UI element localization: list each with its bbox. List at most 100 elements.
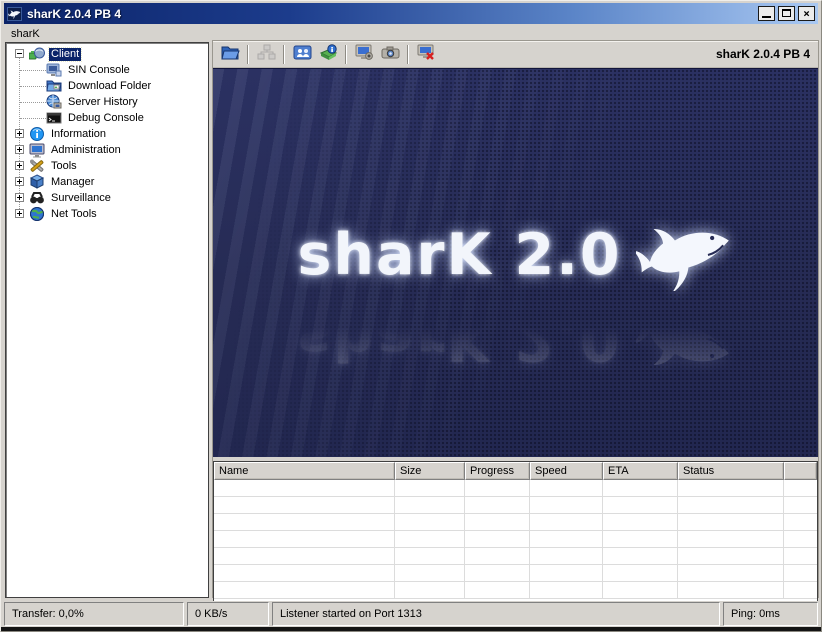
surveillance-icon <box>29 190 45 206</box>
table-cell <box>530 582 603 599</box>
tree-item-label: Tools <box>49 160 79 173</box>
client-settings-button[interactable] <box>289 43 315 66</box>
open-download-folder-button[interactable] <box>217 43 243 66</box>
expand-toggle[interactable] <box>15 177 24 186</box>
status-panel-speed: 0 KB/s <box>187 602 269 626</box>
column-header-status[interactable]: Status <box>678 462 784 480</box>
table-row <box>214 531 817 548</box>
expand-toggle[interactable] <box>15 209 24 218</box>
toolbar-separator <box>283 45 285 64</box>
tree-item-download-folder[interactable]: Download Folder <box>8 78 206 94</box>
table-cell <box>603 565 678 582</box>
table-cell <box>530 514 603 531</box>
status-panel-listener: Listener started on Port 1313 <box>272 602 720 626</box>
disconnect-icon <box>417 44 436 64</box>
camera-icon <box>381 44 400 64</box>
tree-item-label: Administration <box>49 144 123 157</box>
tree-item-sin-console[interactable]: SIN Console <box>8 62 206 78</box>
table-cell <box>465 582 530 599</box>
table-cell <box>678 531 784 548</box>
tree-item-label: Net Tools <box>49 208 99 221</box>
shark-logo-icon <box>636 217 734 294</box>
logo-text: sharK 2.0 <box>297 227 621 284</box>
column-header-size[interactable]: Size <box>395 462 465 480</box>
table-cell <box>465 497 530 514</box>
table-cell <box>784 531 817 548</box>
main-panel: sharK 2.0.4 PB 4 sharK 2.0 sharK 2.0 Nam <box>212 40 819 598</box>
menu-shark[interactable]: sharK <box>5 27 46 41</box>
logo-reflection: sharK 2.0 <box>213 300 818 377</box>
table-cell <box>784 548 817 565</box>
table-cell <box>395 565 465 582</box>
app-shark-icon <box>7 7 22 21</box>
server-info-button[interactable] <box>315 43 341 66</box>
maximize-button[interactable] <box>778 6 795 21</box>
table-cell <box>395 582 465 599</box>
toolbar-version-label: sharK 2.0.4 PB 4 <box>716 47 814 61</box>
tree-item-manager[interactable]: Manager <box>8 174 206 190</box>
table-cell <box>214 548 395 565</box>
disconnect-button[interactable] <box>413 43 439 66</box>
minimize-button[interactable] <box>758 6 775 21</box>
tree-item-tools[interactable]: Tools <box>8 158 206 174</box>
download-folder-icon <box>46 78 62 94</box>
table-row <box>214 565 817 582</box>
table-cell <box>465 480 530 497</box>
expand-toggle[interactable] <box>15 161 24 170</box>
tree-branch-line <box>20 70 46 71</box>
expand-toggle[interactable] <box>15 193 24 202</box>
table-cell <box>603 480 678 497</box>
expand-toggle[interactable] <box>15 145 24 154</box>
collapse-toggle[interactable] <box>15 49 24 58</box>
transfers-table: NameSizeProgressSpeedETAStatus <box>213 461 818 601</box>
table-cell <box>603 497 678 514</box>
table-cell <box>603 531 678 548</box>
tree-item-debug-console[interactable]: Debug Console <box>8 110 206 126</box>
transfers-table-header: NameSizeProgressSpeedETAStatus <box>214 462 817 480</box>
table-row <box>214 497 817 514</box>
transfers-table-body <box>214 480 817 601</box>
remote-screen-button[interactable] <box>351 43 377 66</box>
administration-icon <box>29 142 45 158</box>
toolbar-separator <box>247 45 249 64</box>
table-cell <box>678 565 784 582</box>
table-cell <box>395 497 465 514</box>
folder-open-icon <box>221 44 240 64</box>
tree-item-administration[interactable]: Administration <box>8 142 206 158</box>
table-cell <box>214 531 395 548</box>
tree-branch-line <box>20 118 46 119</box>
tree-item-label: Download Folder <box>66 80 153 93</box>
tree-item-client[interactable]: Client <box>8 46 206 62</box>
table-cell <box>784 497 817 514</box>
column-header-speed[interactable]: Speed <box>530 462 603 480</box>
column-header-eta[interactable]: ETA <box>603 462 678 480</box>
toolbar-separator <box>407 45 409 64</box>
column-header-progress[interactable]: Progress <box>465 462 530 480</box>
table-cell <box>214 480 395 497</box>
table-cell <box>465 565 530 582</box>
tree-item-label: Manager <box>49 176 96 189</box>
tree-item-label: Debug Console <box>66 112 146 125</box>
table-cell <box>214 497 395 514</box>
table-cell <box>530 548 603 565</box>
close-button[interactable]: × <box>798 6 815 21</box>
table-cell <box>678 582 784 599</box>
webcam-capture-button[interactable] <box>377 43 403 66</box>
table-cell <box>530 497 603 514</box>
table-cell <box>395 480 465 497</box>
tree-item-net-tools[interactable]: Net Tools <box>8 206 206 222</box>
tree-item-server-history[interactable]: Server History <box>8 94 206 110</box>
tree-item-surveillance[interactable]: Surveillance <box>8 190 206 206</box>
maximize-icon <box>782 9 791 17</box>
table-cell <box>465 548 530 565</box>
table-cell <box>465 531 530 548</box>
expand-toggle[interactable] <box>15 129 24 138</box>
table-cell <box>784 514 817 531</box>
tree-item-label: Server History <box>66 96 140 109</box>
server-info-icon <box>319 44 338 64</box>
tree-item-information[interactable]: Information <box>8 126 206 142</box>
manager-icon <box>29 174 45 190</box>
toolbar-separator <box>345 45 347 64</box>
column-header-name[interactable]: Name <box>214 462 395 480</box>
table-cell <box>784 480 817 497</box>
